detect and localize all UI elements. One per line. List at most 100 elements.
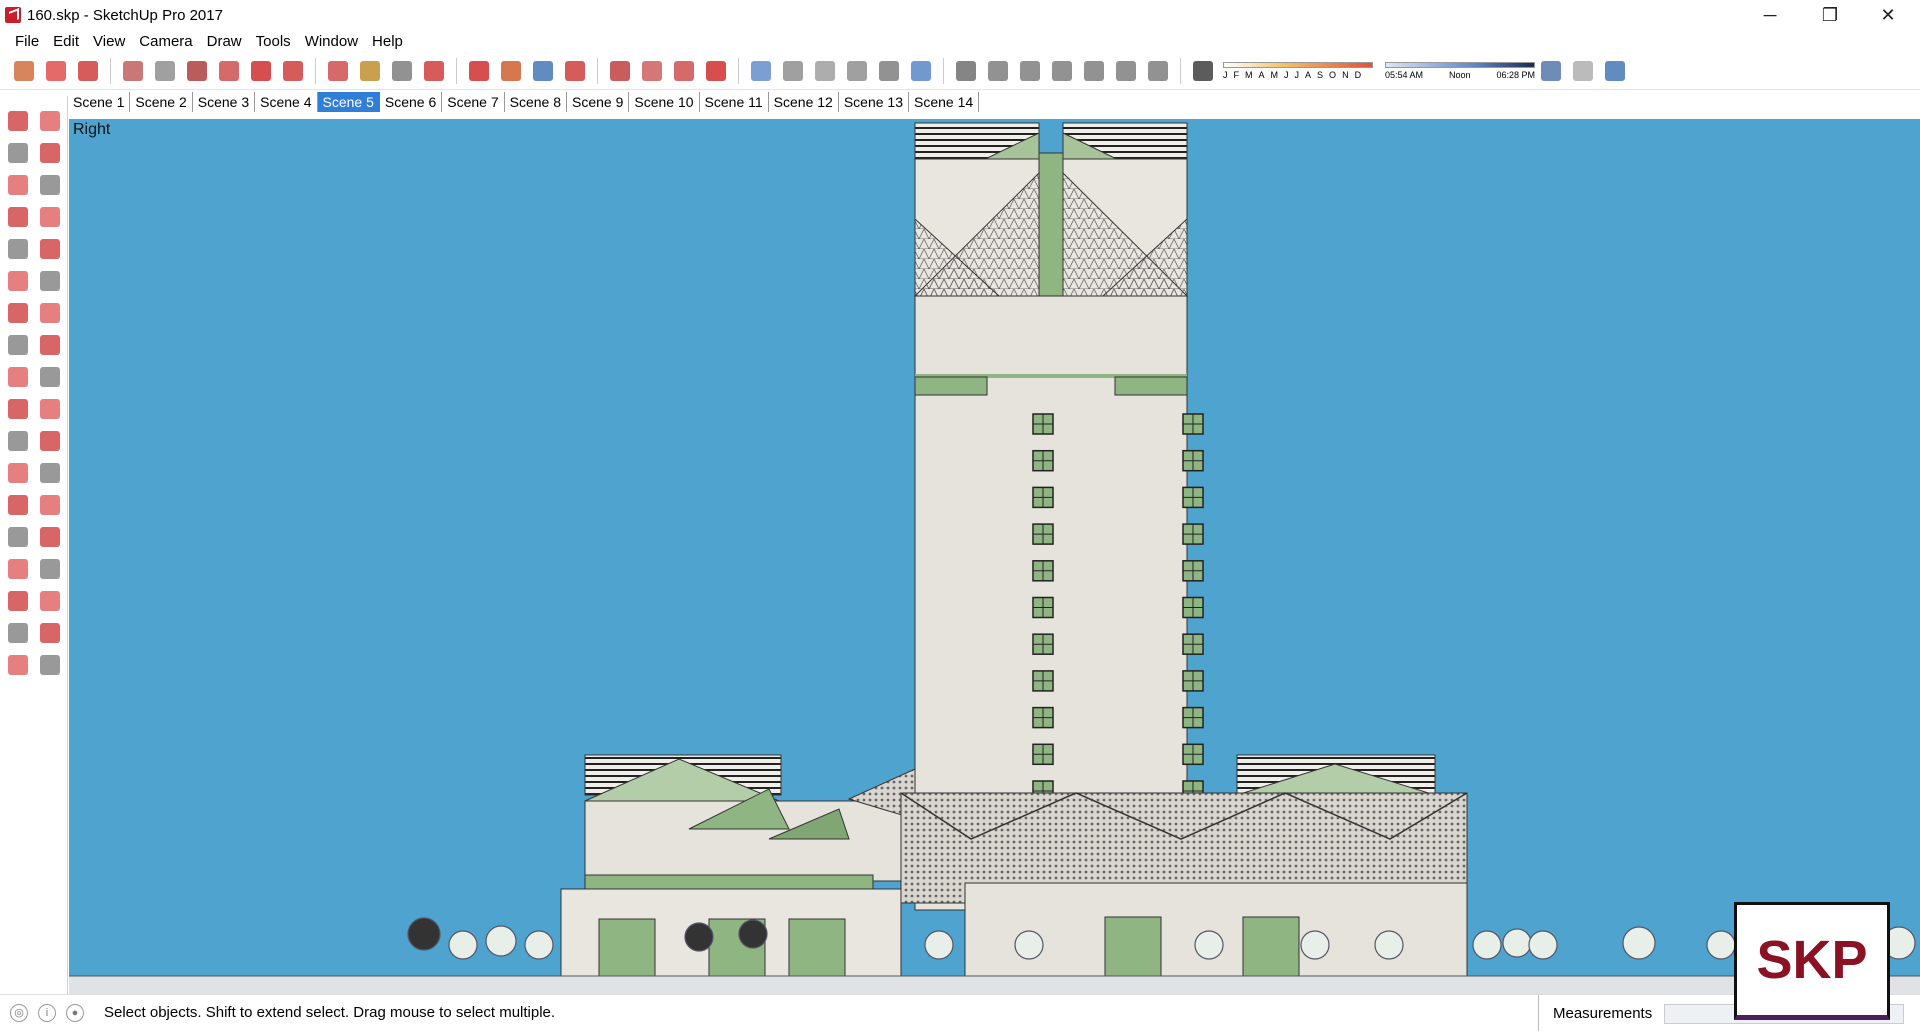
scale-tool-icon[interactable] [5, 396, 31, 422]
pan-tool-icon[interactable] [37, 524, 63, 550]
follow-me-icon[interactable] [216, 58, 242, 84]
protractor-tool-icon[interactable] [5, 460, 31, 486]
iso-view-icon[interactable] [985, 58, 1011, 84]
walk-tool-icon[interactable] [5, 652, 31, 678]
follow-me-tool-icon[interactable] [37, 364, 63, 390]
menu-edit[interactable]: Edit [46, 33, 86, 50]
rectangle-tool-icon[interactable] [5, 204, 31, 230]
zoom-tool-icon[interactable] [5, 556, 31, 582]
right-view-icon[interactable] [1081, 58, 1107, 84]
layout-icon[interactable] [671, 58, 697, 84]
menu-file[interactable]: File [8, 33, 46, 50]
eraser-icon[interactable] [43, 58, 69, 84]
back-view-icon[interactable] [1113, 58, 1139, 84]
menu-window[interactable]: Window [298, 33, 365, 50]
scene-tab-2[interactable]: Scene 2 [130, 92, 193, 112]
monochrome-icon[interactable] [953, 58, 979, 84]
axes-tool-icon[interactable] [5, 492, 31, 518]
share-model-icon[interactable] [1570, 58, 1596, 84]
freehand-tool-icon[interactable] [37, 172, 63, 198]
tape-measure-icon[interactable] [357, 58, 383, 84]
dimension-tool-icon[interactable] [37, 428, 63, 454]
pan-icon[interactable] [498, 58, 524, 84]
zoom-icon[interactable] [530, 58, 556, 84]
xray-icon[interactable] [748, 58, 774, 84]
circle-tool-icon[interactable] [5, 236, 31, 262]
scene-tab-11[interactable]: Scene 11 [700, 92, 769, 112]
previous-view-tool-icon[interactable] [37, 588, 63, 614]
orbit-icon[interactable] [466, 58, 492, 84]
scene-tab-5[interactable]: Scene 5 [317, 92, 380, 112]
scene-tab-10[interactable]: Scene 10 [629, 92, 700, 112]
shadows-toggle-icon[interactable] [1190, 58, 1216, 84]
rotate-icon[interactable] [280, 58, 306, 84]
arc-icon[interactable] [120, 58, 146, 84]
component-tool-icon[interactable] [37, 108, 63, 134]
push-pull-tool-icon[interactable] [37, 332, 63, 358]
polygon-tool-icon[interactable] [37, 236, 63, 262]
paint-bucket-tool-icon[interactable] [5, 140, 31, 166]
select-icon[interactable] [11, 58, 37, 84]
line-icon[interactable] [75, 58, 101, 84]
move-icon[interactable] [248, 58, 274, 84]
scene-tab-8[interactable]: Scene 8 [505, 92, 567, 112]
scene-tab-6[interactable]: Scene 6 [380, 92, 443, 112]
push-pull-icon[interactable] [184, 58, 210, 84]
menu-draw[interactable]: Draw [200, 33, 249, 50]
scene-tab-4[interactable]: Scene 4 [255, 92, 318, 112]
close-button[interactable]: ✕ [1858, 0, 1918, 30]
credits-icon[interactable]: i [38, 1003, 56, 1022]
rotate-tool-icon[interactable] [5, 364, 31, 390]
menu-help[interactable]: Help [365, 33, 410, 50]
minimize-button[interactable]: ─ [1740, 0, 1800, 30]
top-view-icon[interactable] [1017, 58, 1043, 84]
scene-tab-3[interactable]: Scene 3 [193, 92, 256, 112]
left-view-icon[interactable] [1145, 58, 1171, 84]
look-around-tool-icon[interactable] [37, 620, 63, 646]
three-point-arc-tool-icon[interactable] [37, 300, 63, 326]
model-viewport[interactable]: Right [69, 119, 1920, 994]
front-view-icon[interactable] [1049, 58, 1075, 84]
move-tool-icon[interactable] [5, 332, 31, 358]
tape-measure-tool-icon[interactable] [5, 428, 31, 454]
zoom-extents-icon[interactable] [562, 58, 588, 84]
arc-tool-icon[interactable] [5, 268, 31, 294]
extension-warehouse-icon[interactable] [639, 58, 665, 84]
scene-tab-14[interactable]: Scene 14 [909, 92, 980, 112]
get-models-icon[interactable] [1602, 58, 1628, 84]
zoom-window-tool-icon[interactable] [37, 556, 63, 582]
orbit-tool-icon[interactable] [5, 524, 31, 550]
scene-tab-12[interactable]: Scene 12 [769, 92, 839, 112]
menu-camera[interactable]: Camera [132, 33, 199, 50]
wireframe-icon[interactable] [812, 58, 838, 84]
pie-tool-icon[interactable] [37, 268, 63, 294]
ruby-icon[interactable] [703, 58, 729, 84]
text-icon[interactable] [389, 58, 415, 84]
scene-tab-1[interactable]: Scene 1 [68, 92, 131, 112]
shaded-icon[interactable] [876, 58, 902, 84]
restore-button[interactable]: ❐ [1800, 0, 1860, 30]
two-point-arc-tool-icon[interactable] [5, 300, 31, 326]
eraser-tool-icon[interactable] [37, 140, 63, 166]
hidden-line-icon[interactable] [844, 58, 870, 84]
offset-tool-icon[interactable] [37, 396, 63, 422]
scene-tab-7[interactable]: Scene 7 [442, 92, 505, 112]
select-tool-icon[interactable] [5, 108, 31, 134]
geo-location-status-icon[interactable]: ◎ [10, 1003, 28, 1022]
zoom-extents-tool-icon[interactable] [5, 588, 31, 614]
menu-view[interactable]: View [86, 33, 132, 50]
menu-tools[interactable]: Tools [249, 33, 298, 50]
3d-text-tool-icon[interactable] [37, 492, 63, 518]
position-camera-tool-icon[interactable] [5, 620, 31, 646]
scene-tab-13[interactable]: Scene 13 [839, 92, 910, 112]
shadow-date-slider[interactable]: JFMAMJJASOND [1223, 61, 1373, 80]
shadow-time-slider[interactable]: 05:54 AM Noon 06:28 PM [1385, 61, 1535, 80]
user-account-icon[interactable]: ● [66, 1003, 84, 1022]
scale-icon[interactable] [325, 58, 351, 84]
line-tool-icon[interactable] [5, 172, 31, 198]
scene-tab-9[interactable]: Scene 9 [567, 92, 630, 112]
rotated-rectangle-tool-icon[interactable] [37, 204, 63, 230]
textured-icon[interactable] [908, 58, 934, 84]
3d-warehouse-icon[interactable] [607, 58, 633, 84]
shape-icon[interactable] [152, 58, 178, 84]
